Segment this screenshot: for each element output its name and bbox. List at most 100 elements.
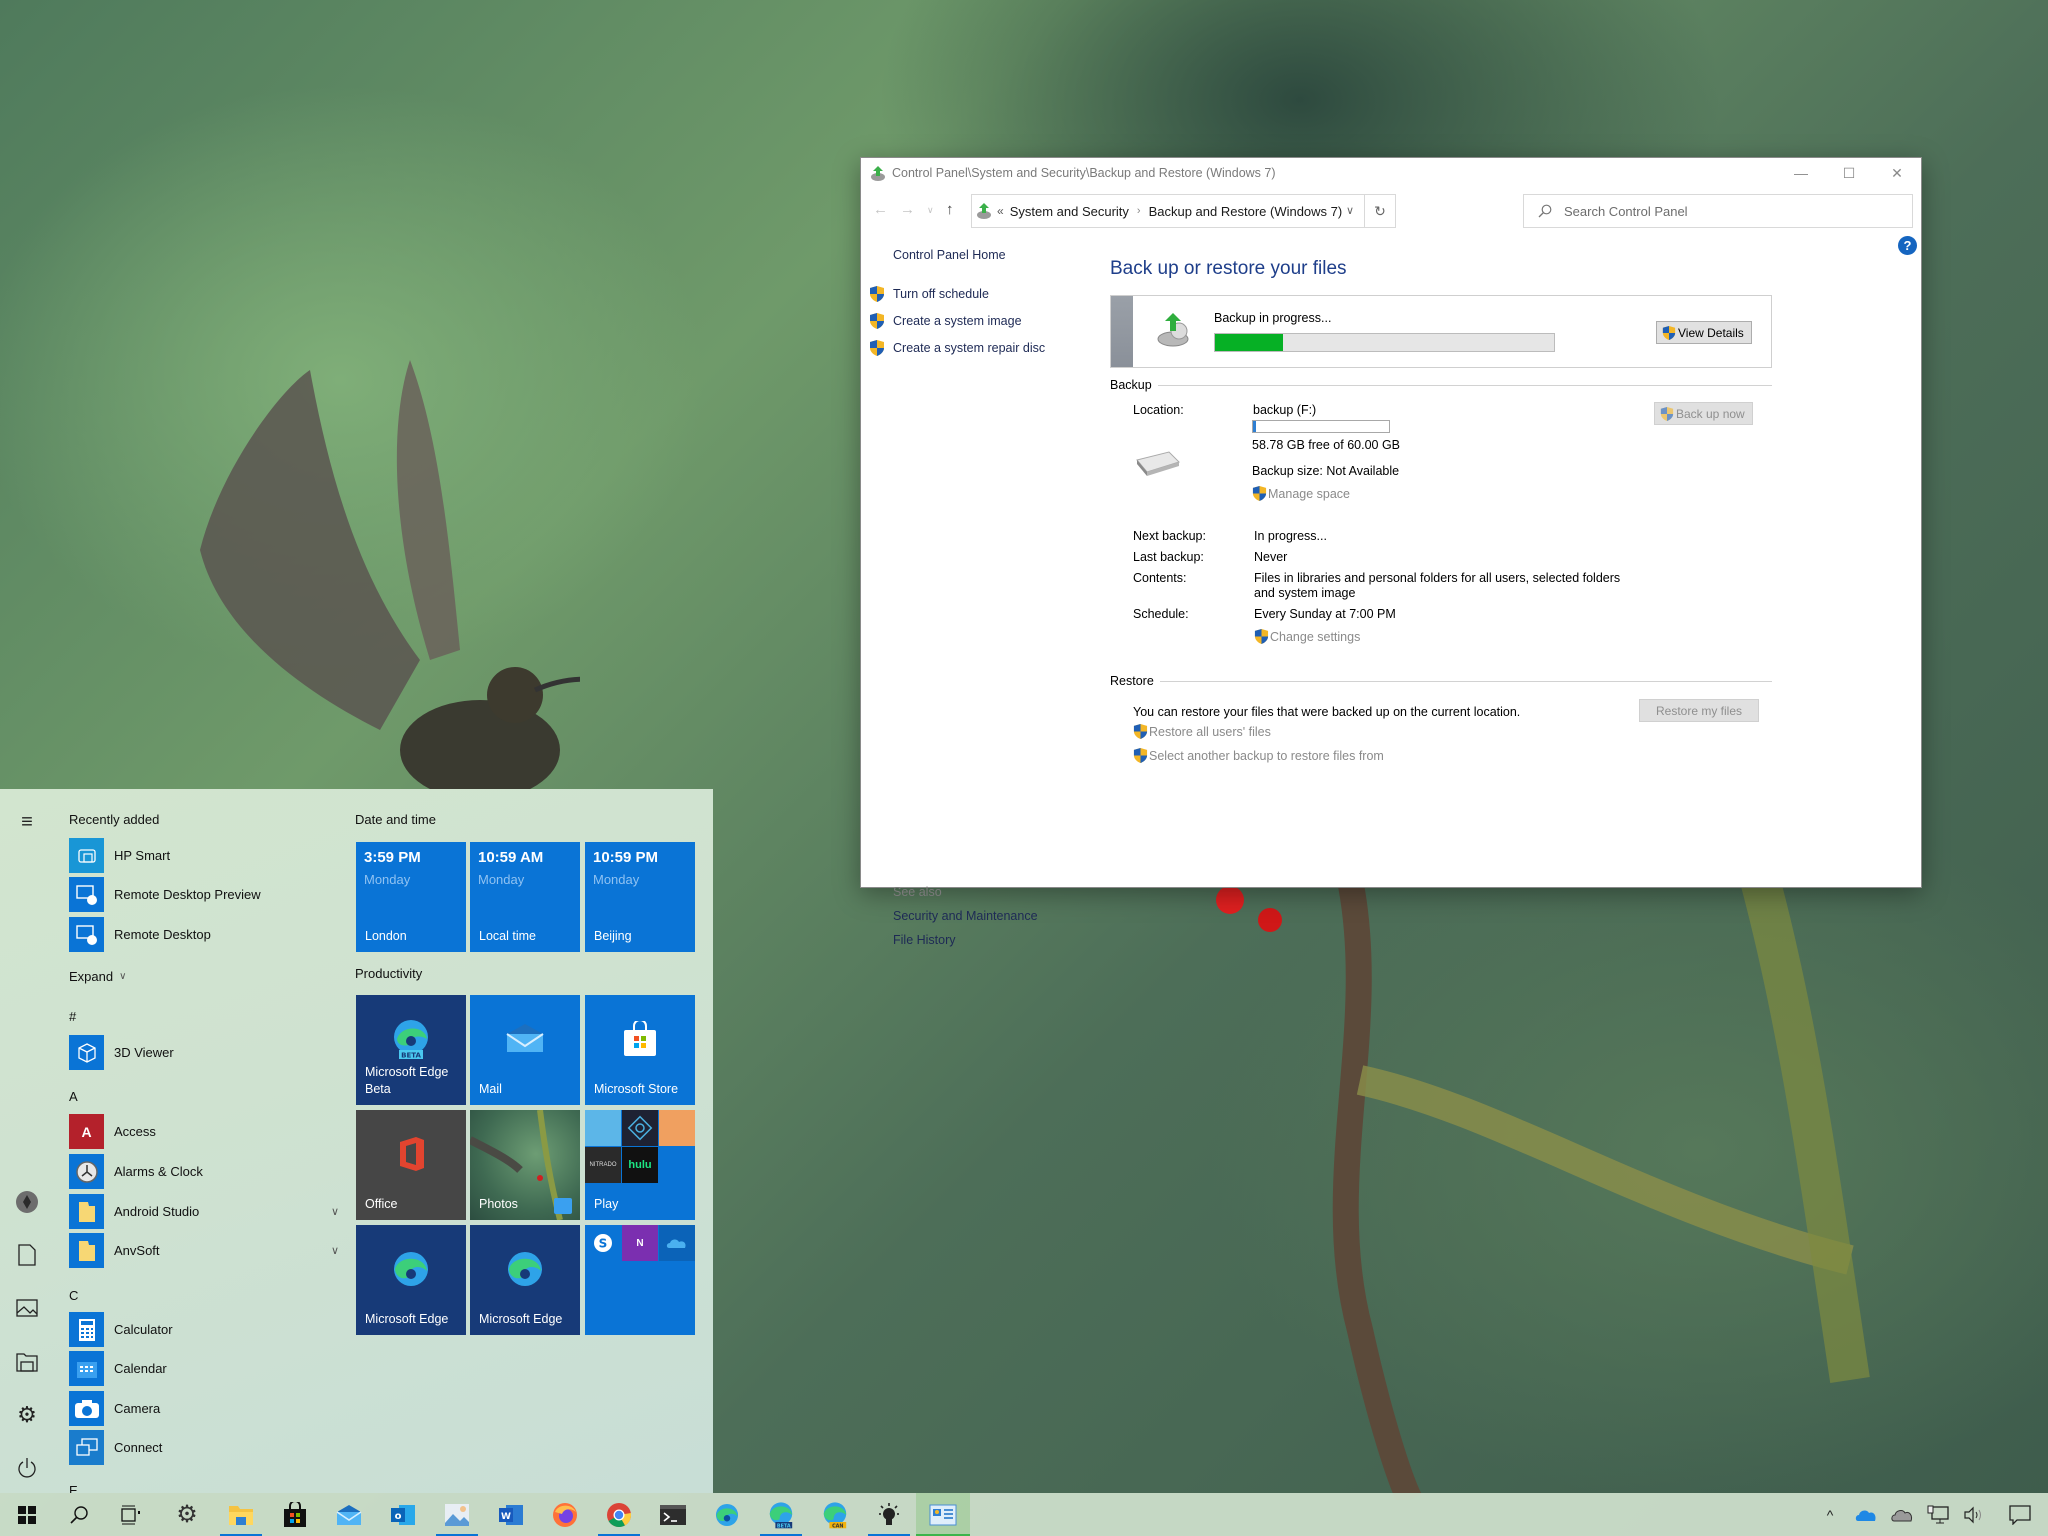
app-alarms-clock[interactable]: Alarms & Clock [69, 1154, 339, 1189]
taskbar-word[interactable]: W [484, 1493, 538, 1536]
back-up-now-button[interactable]: Back up now [1654, 402, 1753, 425]
refresh-button[interactable]: ↻ [1365, 194, 1396, 228]
maximize-button[interactable]: ☐ [1825, 158, 1873, 188]
breadcrumb-system-security[interactable]: System and Security [1010, 204, 1129, 219]
app-calendar[interactable]: Calendar [69, 1351, 339, 1386]
clock-tile-beijing[interactable]: 10:59 PM Monday Beijing [585, 842, 695, 952]
group-header-c[interactable]: C [69, 1288, 78, 1303]
tile-office-folder[interactable]: S N [585, 1225, 695, 1335]
minimize-button[interactable]: — [1777, 158, 1825, 188]
app-anvsoft[interactable]: AnvSoft ∨ [69, 1233, 339, 1268]
back-up-now-label: Back up now [1676, 406, 1745, 421]
breadcrumb-overflow[interactable]: « [997, 204, 1004, 218]
address-bar[interactable]: « System and Security › Backup and Resto… [971, 194, 1365, 228]
app-connect[interactable]: Connect [69, 1430, 339, 1465]
tiles-area: Date and time 3:59 PM Monday London 10:5… [355, 789, 713, 1493]
tile-office[interactable]: Office [356, 1110, 466, 1220]
back-button[interactable]: ← [873, 201, 888, 218]
chevron-down-icon[interactable]: ∨ [331, 1244, 339, 1257]
tray-action-center[interactable] [1998, 1493, 2042, 1536]
app-camera[interactable]: Camera [69, 1391, 339, 1426]
forward-button[interactable]: → [900, 201, 915, 218]
taskbar-microsoft-edge[interactable] [700, 1493, 754, 1536]
chevron-down-icon[interactable]: ∨ [331, 1205, 339, 1218]
user-avatar-button[interactable] [14, 1189, 40, 1215]
security-maintenance-link[interactable]: Security and Maintenance [893, 909, 1038, 923]
app-remote-desktop-preview[interactable]: Remote Desktop Preview [69, 877, 339, 912]
taskbar-photos[interactable] [430, 1493, 484, 1536]
help-button[interactable]: ? [1898, 236, 1917, 255]
taskbar-settings[interactable]: ⚙ [160, 1493, 214, 1536]
breadcrumb-backup-restore[interactable]: Backup and Restore (Windows 7) [1149, 204, 1343, 219]
documents-button[interactable] [14, 1242, 40, 1268]
search-box[interactable] [1523, 194, 1913, 228]
breadcrumb-separator-icon[interactable]: › [1137, 205, 1141, 217]
restore-all-users-link[interactable]: Restore all users' files [1133, 723, 1271, 740]
restore-my-files-button[interactable]: Restore my files [1639, 699, 1760, 722]
recent-locations-button[interactable]: ∨ [927, 205, 934, 216]
change-settings-link[interactable]: Change settings [1254, 628, 1360, 645]
taskbar-tips[interactable] [862, 1493, 916, 1536]
taskbar-file-explorer[interactable] [214, 1493, 268, 1536]
taskbar-task-view-button[interactable] [104, 1493, 158, 1536]
taskbar-microsoft-store[interactable] [268, 1493, 322, 1536]
taskbar-chrome[interactable] [592, 1493, 646, 1536]
tray-network[interactable] [1920, 1493, 1956, 1536]
document-icon [18, 1244, 36, 1266]
group-header-e[interactable]: E [69, 1483, 78, 1493]
address-dropdown-icon[interactable]: ∨ [1346, 204, 1354, 217]
tray-onedrive-personal[interactable] [1884, 1493, 1920, 1536]
taskbar-search-button[interactable] [52, 1493, 106, 1536]
manage-space-link[interactable]: Manage space [1252, 485, 1350, 502]
tray-onedrive[interactable] [1848, 1493, 1884, 1536]
clock-tile-local[interactable]: 10:59 AM Monday Local time [470, 842, 580, 952]
app-android-studio[interactable]: Android Studio ∨ [69, 1194, 339, 1229]
tray-volume[interactable] [1956, 1493, 1992, 1536]
taskbar-start-button[interactable] [0, 1493, 54, 1536]
tile-play-folder[interactable]: NITRADO hulu Play [585, 1110, 695, 1220]
select-another-backup-link[interactable]: Select another backup to restore files f… [1133, 747, 1384, 764]
pictures-button[interactable] [14, 1295, 40, 1321]
app-access[interactable]: A Access [69, 1114, 339, 1149]
view-details-button[interactable]: View Details [1656, 321, 1752, 344]
group-header-a[interactable]: A [69, 1089, 78, 1104]
group-header-hash[interactable]: # [69, 1009, 76, 1024]
settings-button[interactable]: ⚙ [14, 1402, 40, 1428]
taskbar-edge-beta[interactable]: BETA [754, 1493, 808, 1536]
up-button[interactable]: ↑ [946, 201, 954, 218]
app-hp-smart[interactable]: HP Smart [69, 838, 339, 873]
close-button[interactable]: ✕ [1873, 158, 1921, 188]
tile-mail[interactable]: Mail [470, 995, 580, 1105]
create-repair-disc-link[interactable]: Create a system repair disc [869, 339, 1045, 357]
turn-off-schedule-link[interactable]: Turn off schedule [869, 285, 989, 303]
power-button[interactable] [14, 1455, 40, 1481]
title-bar[interactable]: Control Panel\System and Security\Backup… [861, 158, 1921, 188]
taskbar-edge-canary[interactable]: CAN [808, 1493, 862, 1536]
app-list[interactable]: Recently added HP Smart Remote Desktop P… [52, 789, 342, 1493]
taskbar-firefox[interactable] [538, 1493, 592, 1536]
control-panel-home-link[interactable]: Control Panel Home [893, 248, 1006, 262]
file-explorer-button[interactable] [14, 1349, 40, 1375]
taskbar-control-panel[interactable] [916, 1493, 970, 1536]
search-input[interactable] [1564, 203, 1864, 219]
date-time-group-header[interactable]: Date and time [355, 812, 436, 827]
tile-microsoft-store[interactable]: Microsoft Store [585, 995, 695, 1105]
app-remote-desktop[interactable]: Remote Desktop [69, 917, 339, 952]
tile-label: Microsoft Store [594, 1082, 679, 1096]
clock-tile-london[interactable]: 3:59 PM Monday London [356, 842, 466, 952]
taskbar-outlook[interactable]: o [376, 1493, 430, 1536]
create-system-image-link[interactable]: Create a system image [869, 312, 1022, 330]
tile-microsoft-edge[interactable]: Microsoft Edge [356, 1225, 466, 1335]
file-history-link[interactable]: File History [893, 933, 956, 947]
expand-button[interactable]: Expand ∨ [69, 969, 126, 984]
app-3d-viewer[interactable]: 3D Viewer [69, 1035, 339, 1070]
show-hidden-icons-button[interactable]: ^ [1812, 1493, 1848, 1536]
app-calculator[interactable]: Calculator [69, 1312, 339, 1347]
tile-edge-beta[interactable]: BETA Microsoft Edge Beta [356, 995, 466, 1105]
hamburger-button[interactable]: ≡ [14, 809, 40, 835]
tile-microsoft-edge-2[interactable]: Microsoft Edge [470, 1225, 580, 1335]
taskbar-mail[interactable] [322, 1493, 376, 1536]
tile-photos[interactable]: Photos [470, 1110, 580, 1220]
productivity-group-header[interactable]: Productivity [355, 966, 422, 981]
taskbar-terminal[interactable] [646, 1493, 700, 1536]
